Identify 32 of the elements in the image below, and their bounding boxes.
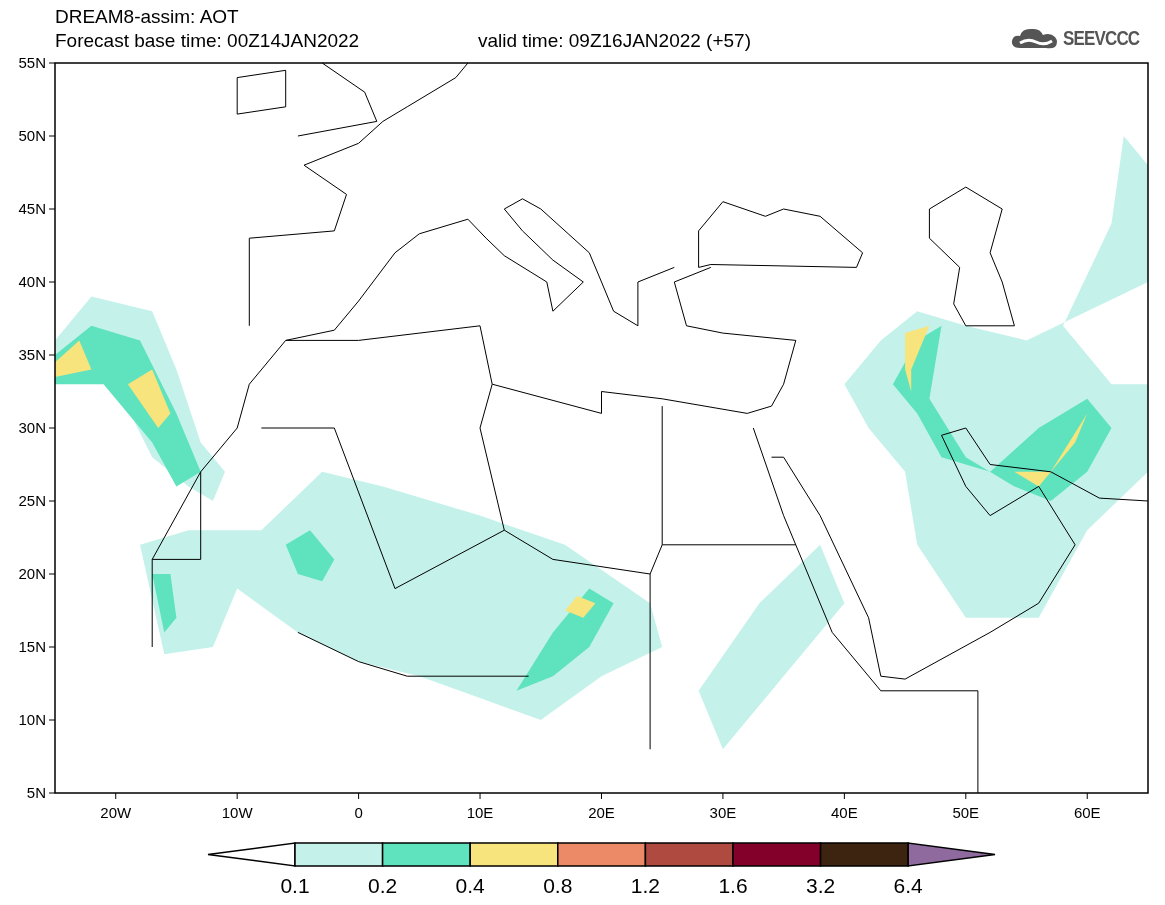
latitude-label: 15N (18, 638, 46, 655)
longitude-label: 50E (952, 804, 980, 821)
latitude-label: 20N (18, 565, 46, 582)
latitude-label: 35N (18, 346, 46, 363)
legend-value-label: 0.8 (543, 874, 573, 897)
latitude-label: 30N (18, 419, 46, 436)
latitude-label: 10N (18, 711, 46, 728)
longitude-label: 60E (1073, 804, 1101, 821)
base-time-label: Forecast base time: 00Z14JAN2022 (55, 30, 360, 52)
longitude-label: 0 (354, 804, 363, 821)
valid-time-label: valid time: 09Z16JAN2022 (+57) (478, 30, 751, 52)
legend-value-label: 1.2 (630, 874, 660, 897)
latitude-label: 40N (18, 273, 46, 290)
longitude-label: 10W (221, 804, 253, 821)
longitude-label: 40E (831, 804, 858, 821)
legend-value-label: 1.6 (718, 874, 748, 897)
latitude-label: 50N (18, 127, 46, 144)
longitude-label: 20E (588, 804, 615, 821)
latitude-label: 25N (18, 492, 46, 509)
legend-value-label: 3.2 (806, 874, 836, 897)
map-title: DREAM8-assim: AOT (55, 6, 239, 28)
latitude-label: 45N (18, 200, 46, 217)
legend-value-label: 0.1 (280, 874, 310, 897)
legend-value-label: 0.4 (455, 874, 485, 897)
longitude-label: 30E (709, 804, 737, 821)
logo-text: SEEVCCC (1063, 26, 1140, 50)
longitude-label: 10E (466, 804, 494, 821)
legend-value-label: 6.4 (893, 874, 923, 897)
latitude-label: 55N (18, 54, 46, 71)
latitude-label: 5N (26, 784, 46, 801)
legend-value-label: 0.2 (368, 874, 398, 897)
longitude-label: 20W (100, 804, 132, 821)
